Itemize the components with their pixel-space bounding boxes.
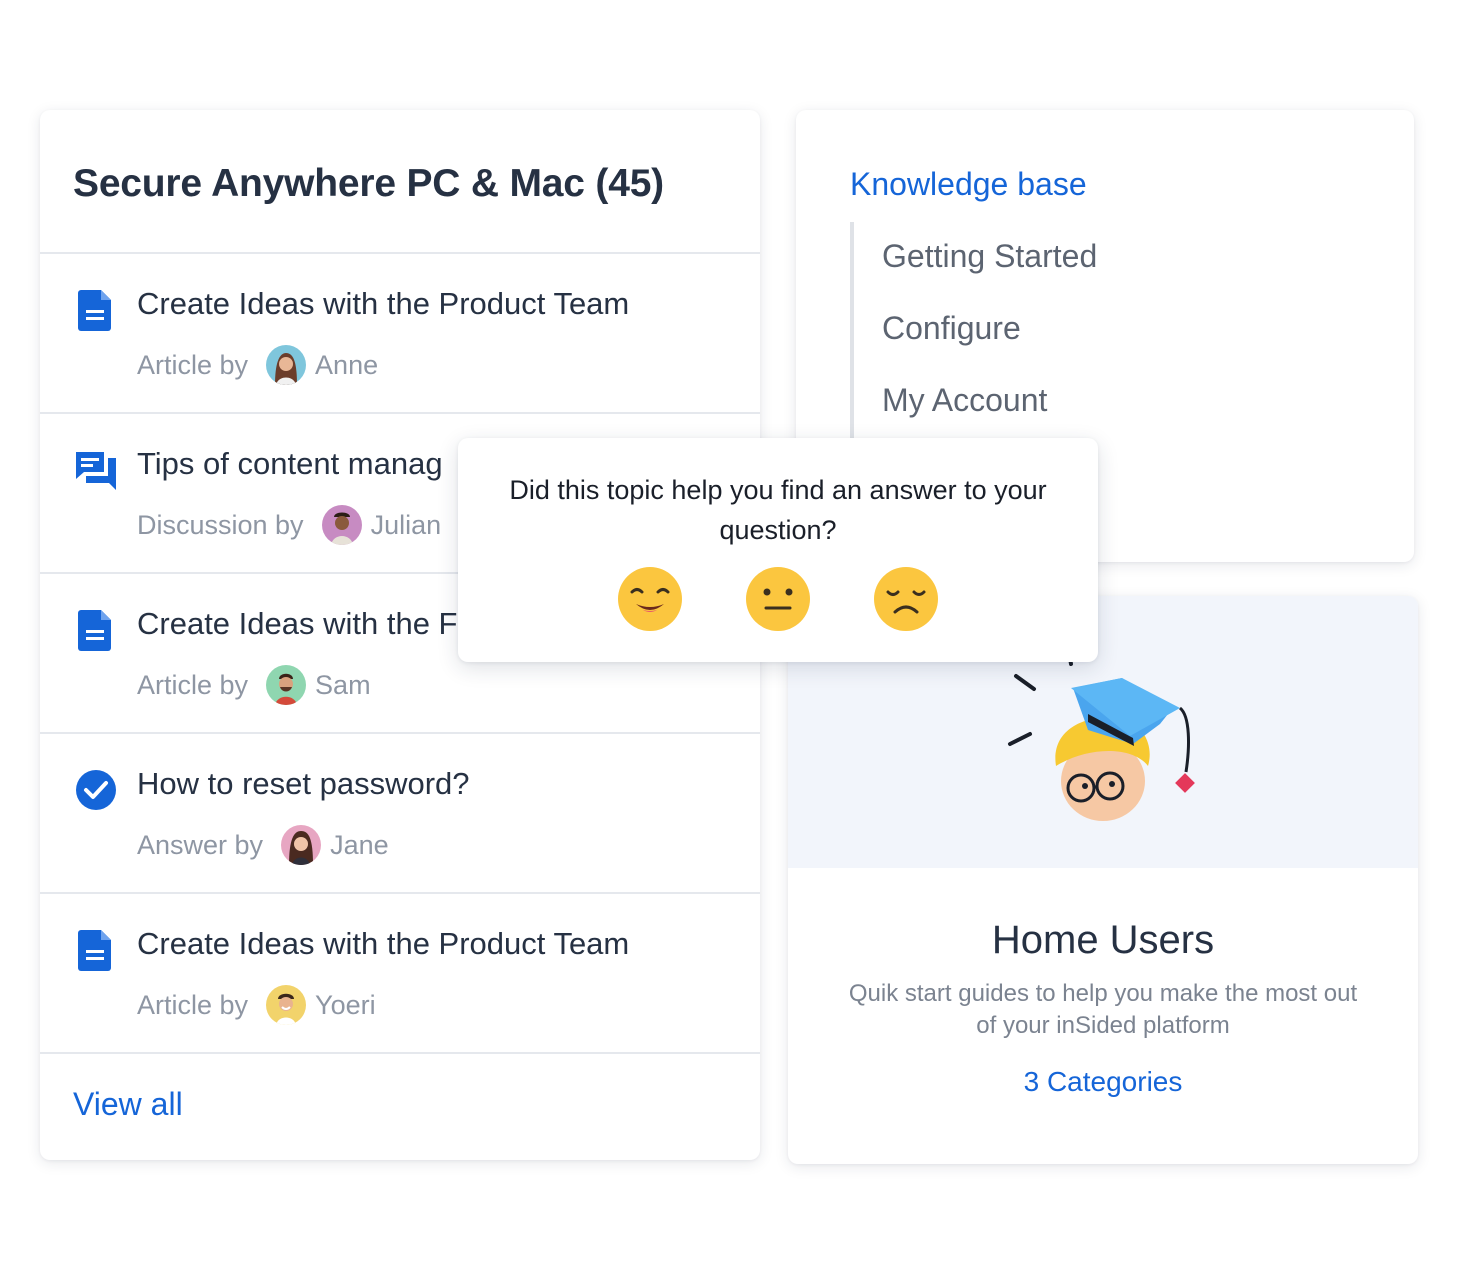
happy-face-icon[interactable]: [617, 566, 683, 632]
item-type-label: Article by: [137, 989, 249, 1020]
item-meta: Discussion by Julian: [137, 504, 441, 546]
author-name: Anne: [315, 349, 379, 380]
kb-item-my-account[interactable]: My Account: [882, 382, 1047, 419]
item-meta: Article by Yoeri: [137, 984, 376, 1026]
document-icon: [74, 928, 118, 972]
item-type-label: Article by: [137, 669, 249, 700]
list-item[interactable]: How to reset password? Answer by Jane: [40, 734, 760, 892]
item-title: Create Ideas with the Product Team: [137, 926, 630, 961]
item-type-label: Answer by: [137, 829, 264, 860]
item-title: Create Ideas with the F: [137, 606, 458, 641]
author-name: Julian: [370, 509, 442, 540]
author-name: Yoeri: [315, 989, 376, 1020]
home-users-card[interactable]: Home Users Quik start guides to help you…: [788, 596, 1418, 1164]
item-type-label: Discussion by: [137, 509, 304, 540]
kb-item-configure[interactable]: Configure: [882, 310, 1021, 347]
kb-nav-indicator: [850, 222, 854, 462]
check-circle-icon: [74, 768, 118, 812]
item-meta: Article by Sam: [137, 664, 371, 706]
list-item[interactable]: Create Ideas with the Product Team Artic…: [40, 894, 760, 1052]
avatar: [321, 505, 362, 545]
item-meta: Answer by Jane: [137, 824, 389, 866]
list-item[interactable]: Create Ideas with the Product Team Artic…: [40, 254, 760, 412]
home-users-description: Quik start guides to help you make the m…: [848, 980, 1358, 1039]
divider: [40, 1052, 760, 1054]
avatar: [281, 825, 322, 865]
author-name: Sam: [315, 669, 371, 700]
item-meta: Article by Anne: [137, 344, 378, 386]
view-all-link[interactable]: View all: [73, 1086, 183, 1123]
feedback-popup: Did this topic help you find an answer t…: [458, 438, 1098, 662]
knowledge-base-link[interactable]: Knowledge base: [850, 166, 1087, 203]
home-users-title: Home Users: [991, 918, 1215, 962]
item-title: Tips of content manag: [137, 446, 443, 481]
discussion-icon: [74, 448, 118, 492]
feedback-question: Did this topic help you find an answer t…: [509, 475, 1047, 545]
topic-list-title: Secure Anywhere PC & Mac (45): [73, 162, 664, 205]
kb-item-getting-started[interactable]: Getting Started: [882, 238, 1097, 275]
neutral-face-icon[interactable]: [745, 566, 811, 632]
item-title: How to reset password?: [137, 766, 470, 801]
avatar: [266, 345, 307, 385]
categories-link[interactable]: 3 Categories: [788, 1066, 1418, 1098]
item-title: Create Ideas with the Product Team: [137, 286, 630, 321]
avatar: [266, 665, 307, 705]
avatar: [266, 985, 307, 1025]
document-icon: [74, 608, 118, 652]
sad-face-icon[interactable]: [873, 566, 939, 632]
document-icon: [74, 288, 118, 332]
item-type-label: Article by: [137, 349, 249, 380]
author-name: Jane: [330, 829, 389, 860]
